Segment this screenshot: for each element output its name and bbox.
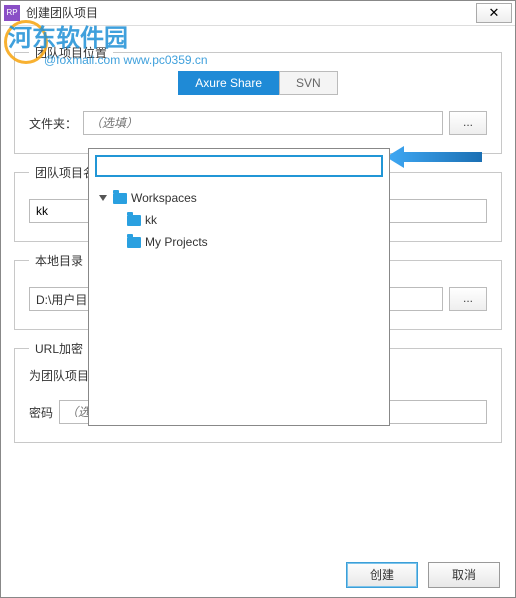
folder-tree: Workspaces kk My Projects xyxy=(89,183,389,257)
tree-label: My Projects xyxy=(145,235,208,249)
tree-item-kk[interactable]: kk xyxy=(99,209,379,231)
app-icon: RP xyxy=(4,5,20,21)
dialog-footer: 创建 取消 xyxy=(346,562,500,588)
expand-arrow-icon xyxy=(99,195,107,201)
tree-label: kk xyxy=(145,213,157,227)
folder-label: 文件夹： xyxy=(29,115,77,132)
section-url-legend: URL加密 xyxy=(29,340,89,357)
local-dir-browse-button[interactable]: ... xyxy=(449,287,487,311)
section-location-legend: 团队项目位置 xyxy=(29,44,113,61)
folder-icon xyxy=(127,215,141,226)
tab-svn[interactable]: SVN xyxy=(279,71,338,95)
window-title: 创建团队项目 xyxy=(26,4,476,21)
password-label: 密码 xyxy=(29,404,53,421)
create-button[interactable]: 创建 xyxy=(346,562,418,588)
cancel-button[interactable]: 取消 xyxy=(428,562,500,588)
section-location: 团队项目位置 Axure ShareSVN 文件夹： ... xyxy=(14,44,502,154)
folder-input[interactable] xyxy=(83,111,443,135)
tree-root-workspaces[interactable]: Workspaces xyxy=(99,187,379,209)
section-local-legend: 本地目录 xyxy=(29,252,89,269)
folder-dropdown-panel: Workspaces kk My Projects xyxy=(88,148,390,426)
close-button[interactable]: ✕ xyxy=(476,3,512,23)
dropdown-search-input[interactable] xyxy=(95,155,383,177)
tree-label: Workspaces xyxy=(131,191,197,205)
folder-icon xyxy=(127,237,141,248)
folder-icon xyxy=(113,193,127,204)
titlebar: RP 创建团队项目 ✕ xyxy=(0,0,516,26)
tab-axure-share[interactable]: Axure Share xyxy=(178,71,279,95)
folder-browse-button[interactable]: ... xyxy=(449,111,487,135)
tree-item-my-projects[interactable]: My Projects xyxy=(99,231,379,253)
